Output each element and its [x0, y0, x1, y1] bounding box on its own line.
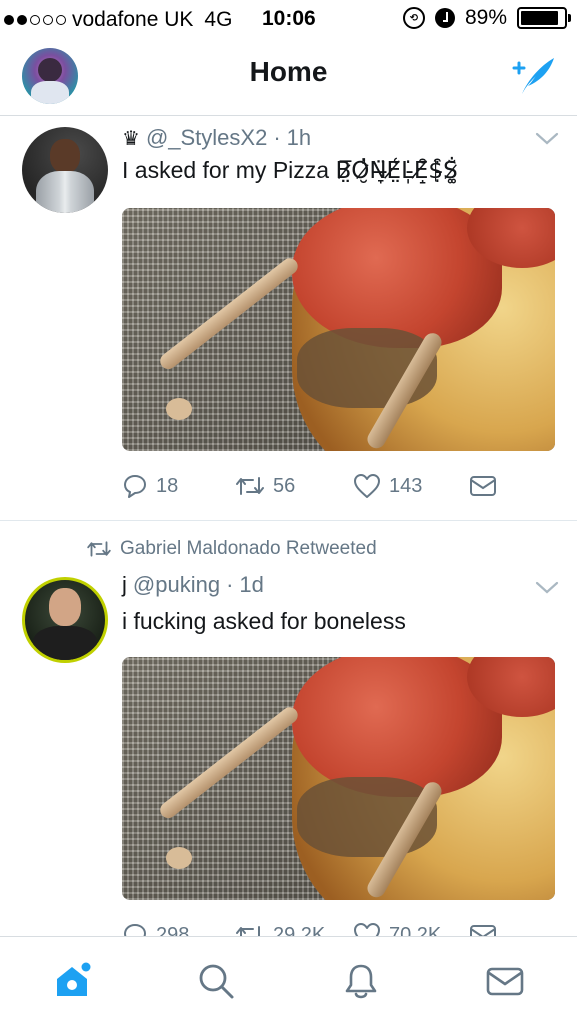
page-title: Home	[249, 56, 328, 87]
crown-icon: ♛	[122, 127, 140, 150]
tweet-image[interactable]	[122, 657, 555, 900]
timestamp: 1h	[286, 125, 312, 150]
tab-search[interactable]	[186, 951, 246, 1011]
timestamp: 1d	[239, 572, 264, 597]
navigation-header: Home	[0, 40, 577, 116]
meta-separator: ·	[273, 125, 281, 150]
tweet-text-zalgo: B̷̤̅O̷̮̓N̶̞̈E̸̤͑L̵̩̇E̸̝͒$̵̣͒S̷͚̐	[335, 158, 458, 184]
username[interactable]: @puking	[133, 572, 220, 598]
tweet-actions: 18 56 143	[122, 473, 497, 499]
retweet-button[interactable]: 56	[235, 474, 353, 498]
heart-icon	[354, 474, 380, 498]
tweet[interactable]: Gabriel Maldonado Retweeted j @puking · …	[0, 522, 577, 947]
tweet-image[interactable]	[122, 208, 555, 451]
network-type: 4G	[204, 8, 233, 31]
battery-percent: 89%	[464, 6, 507, 29]
status-bar: vodafone UK 4G 10:06 ⟲ 89%	[0, 0, 577, 40]
reply-button[interactable]: 18	[122, 473, 235, 499]
tweet[interactable]: ♛ @_StylesX2 · 1h I asked for my Pizza B…	[0, 117, 577, 521]
tab-notifications[interactable]	[331, 951, 391, 1011]
messages-icon	[486, 967, 524, 995]
orientation-lock-icon: ⟲	[402, 7, 425, 29]
meta-separator: ·	[226, 572, 234, 597]
username[interactable]: @_StylesX2	[146, 125, 267, 151]
tweet-text: I asked for my Pizza B̷̤̅O̷̮̓N̶̞̈E̸̤͑L̵̩…	[122, 157, 458, 184]
direct-message-icon[interactable]	[469, 475, 497, 497]
retweet-icon	[236, 477, 264, 495]
retweeted-by[interactable]: Gabriel Maldonado Retweeted	[120, 538, 377, 560]
retweet-context: Gabriel Maldonado Retweeted	[86, 538, 377, 560]
reply-icon	[124, 475, 146, 498]
battery-icon	[517, 7, 571, 29]
notifications-icon	[345, 964, 376, 998]
reply-count: 18	[156, 474, 179, 497]
carrier-name: vodafone UK	[72, 8, 194, 31]
tab-bar	[0, 936, 577, 1024]
retweet-count: 56	[273, 474, 296, 497]
tweet-meta: j @puking · 1d	[122, 572, 264, 598]
like-button[interactable]: 143	[353, 473, 469, 499]
compose-tweet-icon[interactable]	[510, 54, 558, 98]
like-count: 143	[389, 474, 423, 497]
tab-home[interactable]	[42, 951, 102, 1011]
status-time: 10:06	[262, 7, 316, 30]
retweet-icon	[87, 541, 111, 557]
search-icon	[199, 964, 234, 998]
home-icon	[57, 962, 91, 996]
display-name[interactable]: j	[122, 572, 127, 598]
chevron-down-icon[interactable]	[534, 580, 560, 596]
tweet-text-plain: I asked for my Pizza	[122, 157, 336, 183]
avatar[interactable]	[22, 577, 108, 663]
tweet-meta: ♛ @_StylesX2 · 1h	[122, 125, 311, 151]
alarm-icon	[434, 8, 455, 28]
tab-messages[interactable]	[475, 951, 535, 1011]
chevron-down-icon[interactable]	[534, 131, 560, 147]
tweet-text: i fucking asked for boneless	[122, 608, 406, 634]
avatar[interactable]	[22, 127, 108, 213]
signal-strength-icon	[4, 15, 66, 25]
